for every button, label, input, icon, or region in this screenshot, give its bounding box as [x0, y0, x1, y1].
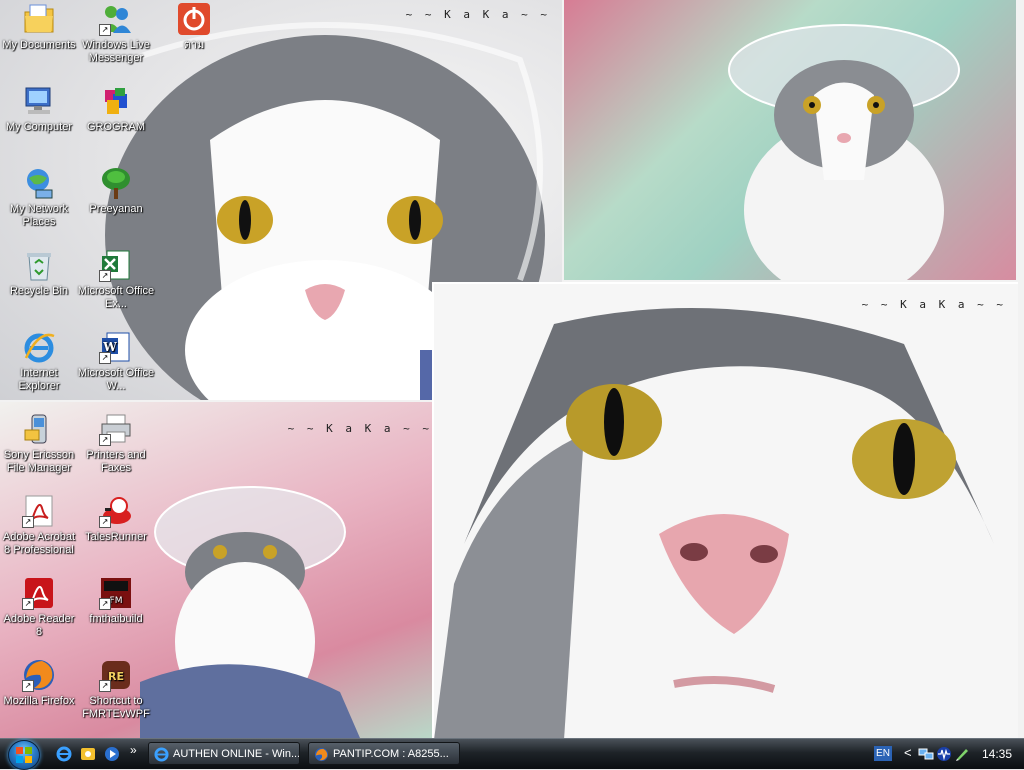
- desktop-icon-tree[interactable]: Preeyanan: [77, 166, 155, 216]
- start-button[interactable]: [8, 740, 40, 770]
- desktop-icon-network-places[interactable]: My Network Places: [0, 166, 78, 229]
- desktop-icon-fmrte[interactable]: RE ↗ Shortcut to FMRTEvWPF: [77, 658, 155, 721]
- messenger-icon: ↗: [99, 2, 133, 36]
- cat-sitting-illustration: [728, 24, 960, 280]
- internet-explorer-icon: [22, 330, 56, 364]
- quick-launch-more-button[interactable]: »: [130, 743, 137, 757]
- phone-icon: [22, 412, 56, 446]
- internet-explorer-icon: [154, 747, 169, 762]
- language-indicator[interactable]: EN: [874, 746, 892, 761]
- media-icon[interactable]: [80, 746, 96, 762]
- desktop-icon-label: TalesRunner: [85, 531, 147, 543]
- desktop-icon-label: Adobe Reader 8: [3, 613, 75, 638]
- task-button-label: AUTHEN ONLINE - Win...: [173, 748, 300, 760]
- tree-icon: [99, 166, 133, 200]
- shortcut-arrow-icon: ↗: [22, 598, 34, 610]
- desktop-icon-label: My Computer: [5, 121, 73, 133]
- watermark-text: ~ ~ K a K a ~ ~: [861, 298, 1006, 311]
- shortcut-arrow-icon: ↗: [22, 516, 34, 528]
- desktop-icon-label: ตาม: [183, 39, 205, 51]
- internet-explorer-icon[interactable]: [56, 746, 72, 762]
- shortcut-arrow-icon: ↗: [99, 598, 111, 610]
- task-button-authen-online[interactable]: AUTHEN ONLINE - Win...: [148, 742, 300, 765]
- desktop-icon-label: Shortcut to FMRTEvWPF: [82, 695, 150, 720]
- system-clock[interactable]: 14:35: [982, 747, 1012, 761]
- desktop-icon-label: Preeyanan: [89, 203, 143, 215]
- power-icon: [177, 2, 211, 36]
- excel-icon: ↗: [99, 248, 133, 282]
- shortcut-arrow-icon: ↗: [99, 434, 111, 446]
- recycle-bin-icon: [22, 248, 56, 282]
- desktop-icon-label: Windows Live Messenger: [82, 39, 150, 64]
- watermark-text: ~ ~ K a K a ~ ~: [405, 8, 550, 21]
- network-icon[interactable]: [918, 746, 934, 762]
- desktop-icon-label: fmthaibuild: [89, 613, 143, 625]
- desktop-icon-messenger[interactable]: ↗ Windows Live Messenger: [77, 2, 155, 65]
- desktop-icon-acrobat[interactable]: ↗ Adobe Acrobat 8 Professional: [0, 494, 78, 557]
- shortcut-arrow-icon: ↗: [22, 680, 34, 692]
- firefox-icon: ↗: [22, 658, 56, 692]
- desktop-icon-label: Recycle Bin: [9, 285, 69, 297]
- cat-photo-top-right: [564, 0, 1016, 280]
- cat-closeup-illustration: [434, 284, 1018, 738]
- watermark-text: ~ ~ K a K a ~ ~: [287, 422, 432, 435]
- shortcut-arrow-icon: ↗: [99, 352, 111, 364]
- adobe-reader-icon: ↗: [22, 576, 56, 610]
- firefox-icon: [314, 747, 329, 762]
- desktop-icon-recycle-bin[interactable]: Recycle Bin: [0, 248, 78, 298]
- desktop-icon-label: Microsoft Office W...: [77, 367, 155, 392]
- shortcut-arrow-icon: ↗: [99, 680, 111, 692]
- media-player-icon[interactable]: [104, 746, 120, 762]
- cat-looking-up-illustration: [140, 486, 360, 738]
- desktop-icon-label: Mozilla Firefox: [3, 695, 75, 707]
- cat-photo-bottom-right: ~ ~ K a K a ~ ~: [432, 282, 1018, 738]
- pen-tool-icon[interactable]: [954, 746, 970, 762]
- system-tray: EN < 14:35: [874, 739, 1024, 769]
- desktop-icon-label: My Documents: [2, 39, 76, 51]
- word-icon: W ↗: [99, 330, 133, 364]
- desktop-icon-grogram[interactable]: GROGRAM: [77, 84, 155, 134]
- printer-icon: ↗: [99, 412, 133, 446]
- grogram-icon: [99, 84, 133, 118]
- desktop-icon-phone[interactable]: Sony Ericsson File Manager: [0, 412, 78, 475]
- my-documents-icon: [22, 2, 56, 36]
- tray-expand-button[interactable]: <: [904, 745, 912, 760]
- network-places-icon: [22, 166, 56, 200]
- desktop-icon-printer[interactable]: ↗ Printers and Faxes: [77, 412, 155, 475]
- fmrte-icon: RE ↗: [99, 658, 133, 692]
- desktop-icon-my-computer[interactable]: My Computer: [0, 84, 78, 134]
- desktop-icon-label: Adobe Acrobat 8 Professional: [2, 531, 76, 556]
- desktop-icon-talesrunner[interactable]: ↗ TalesRunner: [77, 494, 155, 544]
- taskbar: » AUTHEN ONLINE - Win... PANTIP.COM : A8…: [0, 738, 1024, 770]
- task-button-label: PANTIP.COM : A8255...: [333, 748, 449, 760]
- desktop-icon-label: Sony Ericsson File Manager: [3, 449, 75, 474]
- shortcut-arrow-icon: ↗: [99, 270, 111, 282]
- shortcut-arrow-icon: ↗: [99, 516, 111, 528]
- desktop-icon-power[interactable]: ตาม: [155, 2, 233, 52]
- desktop-icon-label: Printers and Faxes: [86, 449, 146, 474]
- desktop-icon-firefox[interactable]: ↗ Mozilla Firefox: [0, 658, 78, 708]
- windows-start-icon: [16, 747, 32, 763]
- fmthaibuild-icon: FM ↗: [99, 576, 133, 610]
- desktop-icon-adobe-reader[interactable]: ↗ Adobe Reader 8: [0, 576, 78, 639]
- desktop-icon-excel[interactable]: ↗ Microsoft Office Ex...: [77, 248, 155, 311]
- desktop-icon-label: Microsoft Office Ex...: [77, 285, 155, 310]
- svg-text:FM: FM: [110, 596, 123, 606]
- shortcut-arrow-icon: ↗: [99, 24, 111, 36]
- my-computer-icon: [22, 84, 56, 118]
- desktop-icon-internet-explorer[interactable]: Internet Explorer: [0, 330, 78, 393]
- desktop-icon-my-documents[interactable]: My Documents: [0, 2, 78, 52]
- desktop-icon-word[interactable]: W ↗ Microsoft Office W...: [77, 330, 155, 393]
- acrobat-icon: ↗: [22, 494, 56, 528]
- desktop-icon-label: Internet Explorer: [18, 367, 60, 392]
- desktop-icon-label: My Network Places: [9, 203, 69, 228]
- audio-wave-icon[interactable]: [936, 746, 952, 762]
- talesrunner-icon: ↗: [99, 494, 133, 528]
- task-button-pantip[interactable]: PANTIP.COM : A8255...: [308, 742, 460, 765]
- desktop-icon-fmthaibuild[interactable]: FM ↗ fmthaibuild: [77, 576, 155, 626]
- desktop-icon-label: GROGRAM: [86, 121, 146, 133]
